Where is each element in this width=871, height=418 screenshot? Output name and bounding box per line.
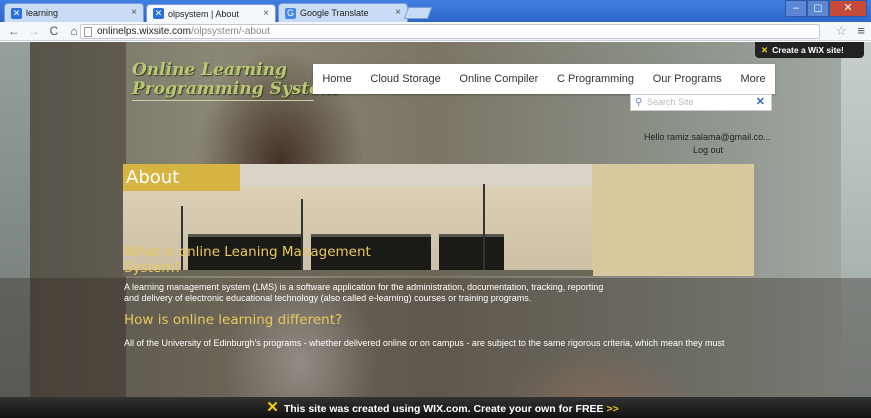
tab-learning[interactable]: ✕ learning × xyxy=(4,3,144,22)
close-button[interactable]: ✕ xyxy=(829,0,867,17)
tab-close-icon[interactable]: × xyxy=(395,7,401,18)
page-icon xyxy=(84,27,92,37)
address-path: /olpsystem/-about xyxy=(190,26,270,37)
forward-icon[interactable]: → xyxy=(28,24,40,38)
site-logo[interactable]: Online Learning Programming System xyxy=(132,62,338,98)
page-title: About xyxy=(123,164,240,191)
tab-title: olpsystem | About xyxy=(168,8,239,19)
logo-line-1: Online Learning xyxy=(132,60,287,80)
wix-favicon-icon: ✕ xyxy=(11,7,22,19)
tab-google-translate[interactable]: G Google Translate × xyxy=(278,3,408,22)
address-bar[interactable]: onlinelps.wixsite.com/olpsystem/-about xyxy=(80,24,820,39)
user-greeting[interactable]: Hello ramiz.salama@gmail.co... xyxy=(644,132,771,142)
wix-footer-banner[interactable]: ✕ This site was created using WIX.com. Cr… xyxy=(0,397,871,418)
heading-online-learning: How is online learning different? xyxy=(124,312,343,328)
reload-icon[interactable]: C xyxy=(48,24,60,38)
tab-close-icon[interactable]: × xyxy=(263,8,269,19)
back-icon[interactable]: ← xyxy=(8,24,20,38)
logout-link[interactable]: Log out xyxy=(693,145,723,155)
wix-icon: ✕ xyxy=(761,45,769,55)
menu-icon[interactable]: ≡ xyxy=(857,23,865,38)
tab-close-icon[interactable]: × xyxy=(131,7,137,18)
wix-favicon-icon: ✕ xyxy=(153,8,164,19)
bookmark-star-icon[interactable]: ☆ xyxy=(835,23,847,39)
heading-lms: What is online Leaning Management System… xyxy=(124,244,371,276)
nav-cloud-storage[interactable]: Cloud Storage xyxy=(370,73,440,85)
banner-wall xyxy=(592,164,754,276)
nav-home[interactable]: Home xyxy=(322,73,351,85)
nav-our-programs[interactable]: Our Programs xyxy=(653,73,722,85)
clear-search-icon[interactable]: ✕ xyxy=(756,95,765,110)
wix-icon: ✕ xyxy=(266,399,279,416)
minimize-button[interactable]: – xyxy=(785,0,807,17)
browser-toolbar: ← → C ⌂ onlinelps.wixsite.com/olpsystem/… xyxy=(0,22,871,41)
tab-title: Google Translate xyxy=(300,8,369,18)
wix-footer-arrow: >> xyxy=(606,403,619,415)
banner-lamp xyxy=(483,184,485,276)
translate-favicon-icon: G xyxy=(285,7,296,19)
new-tab-button[interactable] xyxy=(403,7,433,19)
maximize-button[interactable]: ◻ xyxy=(807,0,829,17)
logo-divider xyxy=(132,100,314,101)
site-nav: Home Cloud Storage Online Compiler C Pro… xyxy=(313,64,775,94)
nav-c-programming[interactable]: C Programming xyxy=(557,73,634,85)
wix-footer-text: This site was created using WIX.com. Cre… xyxy=(283,403,604,415)
create-wix-site-badge[interactable]: ✕ Create a WiX site! xyxy=(755,42,864,58)
search-icon: ⚲ xyxy=(635,97,643,108)
tab-bar: ✕ learning × ✕ olpsystem | About × G Goo… xyxy=(0,0,871,22)
paragraph-online-learning: All of the University of Edinburgh's pro… xyxy=(124,338,725,348)
window-controls: – ◻ ✕ xyxy=(785,0,867,17)
address-domain: onlinelps.wixsite.com xyxy=(97,26,191,37)
nav-more[interactable]: More xyxy=(741,73,766,85)
site-search-input[interactable]: ⚲ Search Site ✕ xyxy=(630,94,772,111)
paragraph-lms: A learning management system (LMS) is a … xyxy=(124,282,604,303)
nav-online-compiler[interactable]: Online Compiler xyxy=(459,73,538,85)
logo-line-2: Programming System xyxy=(132,79,338,99)
tab-about[interactable]: ✕ olpsystem | About × xyxy=(146,4,276,22)
wix-badge-label: Create a WiX site! xyxy=(772,45,844,55)
home-icon[interactable]: ⌂ xyxy=(68,24,80,38)
tab-title: learning xyxy=(26,8,59,18)
search-placeholder: Search Site xyxy=(647,97,694,107)
